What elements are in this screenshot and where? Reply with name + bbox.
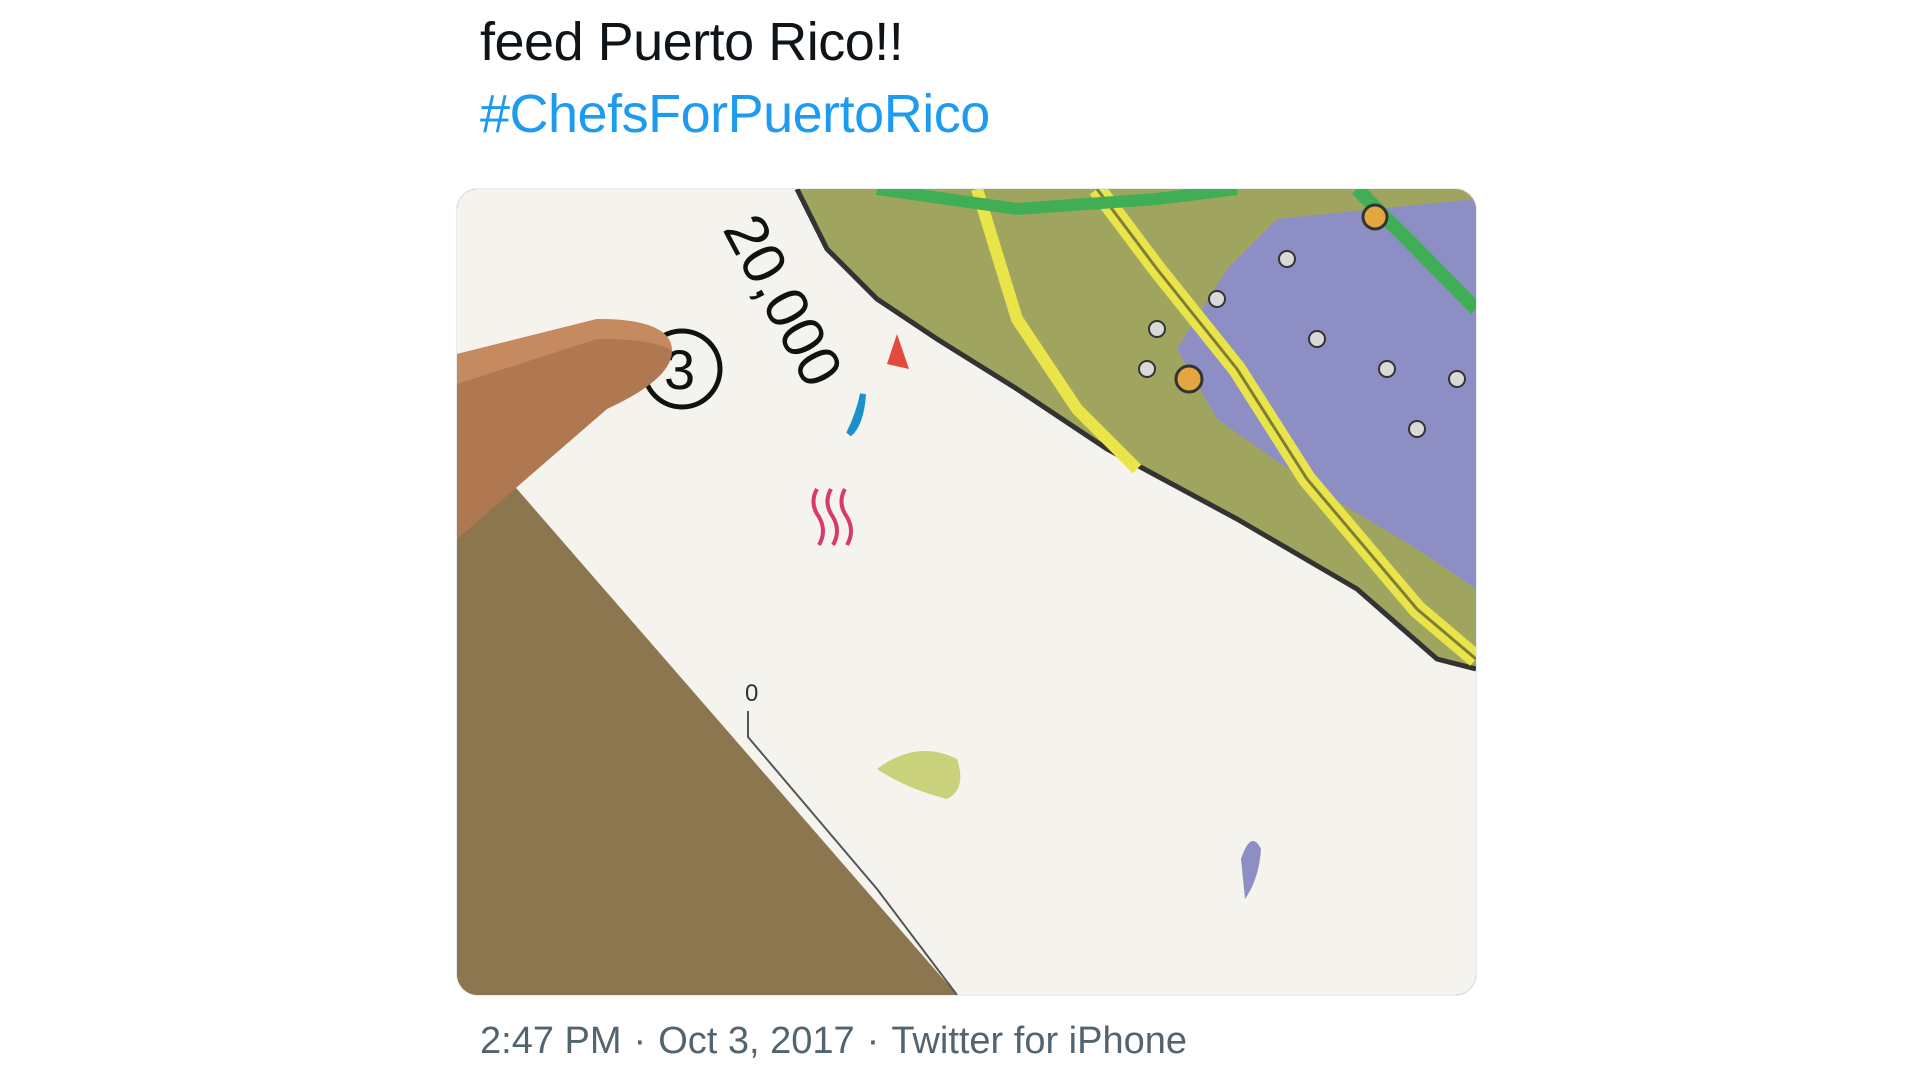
tweet-text-line: feed Puerto Rico!!: [480, 12, 904, 72]
scale-zero-label: 0: [745, 680, 758, 707]
meta-separator: ·: [633, 1020, 647, 1062]
meta-separator: ·: [866, 1020, 880, 1062]
tweet-source[interactable]: Twitter for iPhone: [891, 1020, 1187, 1062]
tweet-metadata: 2:47 PM · Oct 3, 2017 · Twitter for iPhone: [480, 1016, 1187, 1066]
tweet-time[interactable]: 2:47 PM: [480, 1020, 622, 1062]
tweet-text: feed Puerto Rico!! #ChefsForPuertoRico: [480, 6, 1480, 150]
hashtag-link[interactable]: #ChefsForPuertoRico: [480, 78, 1480, 150]
tweet-date[interactable]: Oct 3, 2017: [658, 1020, 854, 1062]
tweet-media-photo[interactable]: 20,000 3 0: [456, 188, 1477, 996]
map-photo-illustration: 20,000 3 0: [457, 189, 1476, 995]
